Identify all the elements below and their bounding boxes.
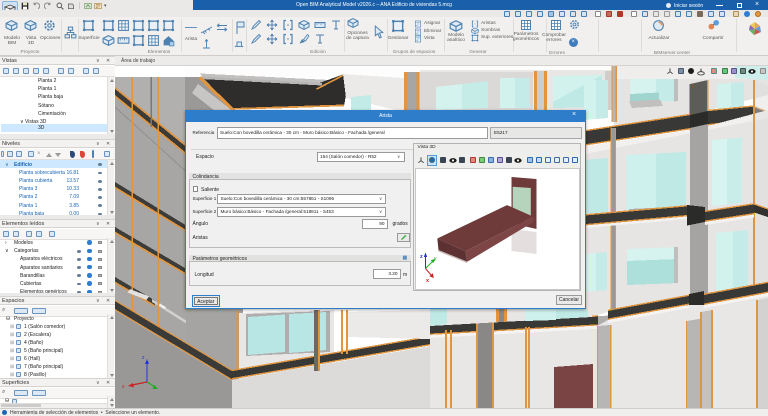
svg-text:z: z <box>420 254 423 260</box>
svg-text:x: x <box>426 278 430 284</box>
svg-text:y: y <box>434 256 437 262</box>
